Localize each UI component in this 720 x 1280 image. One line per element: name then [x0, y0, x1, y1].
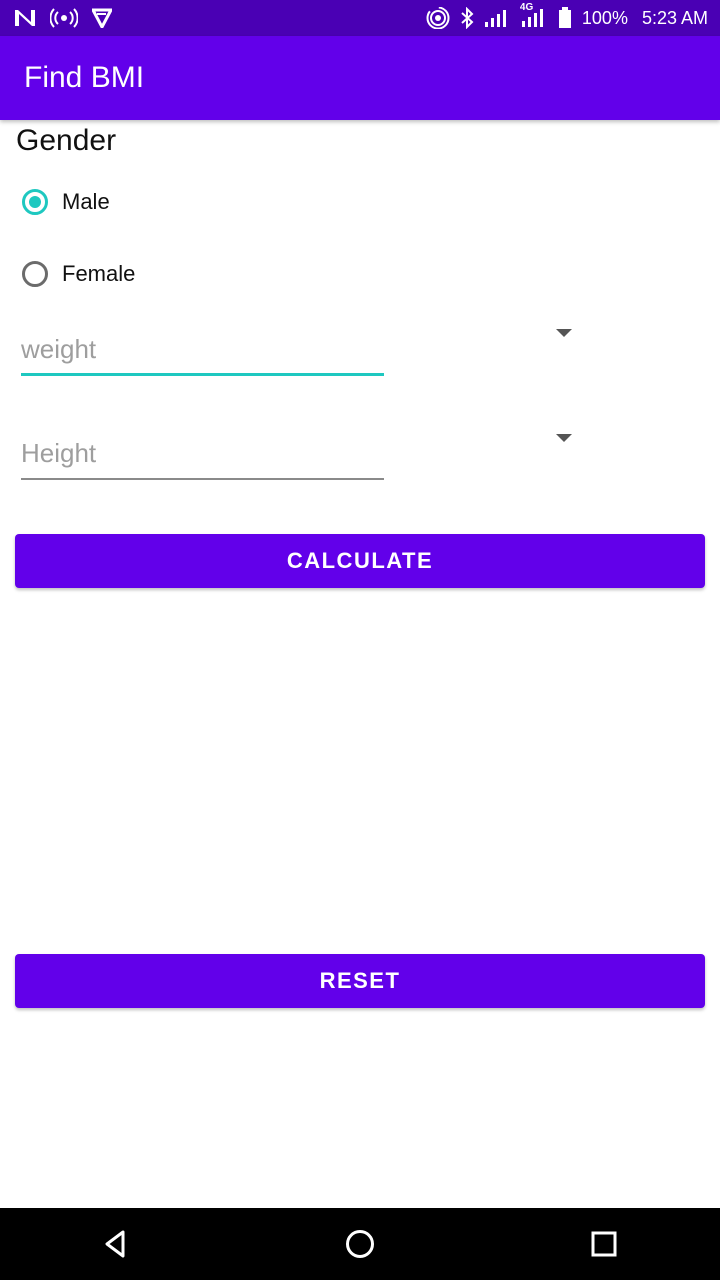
- gender-label: Gender: [16, 124, 117, 157]
- battery-icon: [558, 6, 572, 30]
- clock: 5:23 AM: [641, 7, 708, 28]
- radio-female-label: Female: [62, 261, 136, 286]
- radio-male-label: Male: [62, 189, 110, 214]
- calculate-button[interactable]: CALCULATE: [15, 534, 705, 588]
- bluetooth-icon: [460, 6, 474, 30]
- app-title: Find BMI: [24, 61, 145, 94]
- app-bar: Find BMI: [0, 36, 720, 120]
- weight-input[interactable]: [21, 326, 384, 372]
- back-icon[interactable]: [98, 1226, 134, 1262]
- weight-unit-dropdown-icon[interactable]: [556, 329, 572, 337]
- height-field[interactable]: [21, 430, 384, 480]
- n-logo-icon: [14, 6, 36, 30]
- navigation-bar: [0, 1208, 720, 1280]
- status-bar: 4G 100% 5:23 AM: [0, 0, 720, 36]
- battery-percent: 100%: [581, 7, 628, 28]
- wireless-icon: [426, 6, 450, 30]
- home-icon[interactable]: [342, 1226, 378, 1262]
- radio-button-checked[interactable]: [22, 189, 48, 215]
- radio-female[interactable]: Female: [22, 254, 135, 294]
- radio-button-unchecked[interactable]: [22, 261, 48, 287]
- height-input[interactable]: [21, 430, 384, 476]
- height-underline: [21, 478, 384, 480]
- signal-icon: [484, 6, 510, 30]
- height-unit-dropdown-icon[interactable]: [556, 434, 572, 442]
- recents-icon[interactable]: [586, 1226, 622, 1262]
- radio-male[interactable]: Male: [22, 182, 110, 222]
- network-type-label: 4G: [519, 2, 534, 13]
- hotspot-icon: [50, 6, 78, 30]
- weight-field[interactable]: [21, 326, 384, 376]
- play-store-icon: [92, 6, 112, 30]
- reset-button[interactable]: RESET: [15, 954, 705, 1008]
- signal-4g-icon: 4G: [520, 2, 548, 30]
- weight-underline: [21, 373, 384, 376]
